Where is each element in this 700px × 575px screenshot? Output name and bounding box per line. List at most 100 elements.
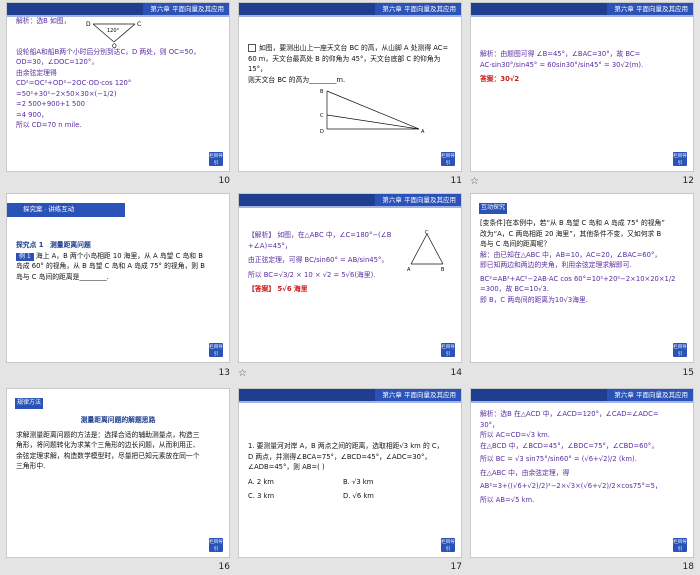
text-line: 则天文台 BC 的高为________m. xyxy=(248,75,346,84)
text-line: 设轮船A和船B两个小时后分别到达C，D 两处，则 OC=50， xyxy=(16,47,200,56)
slide-10[interactable]: 第六章 平面向量及其应用 D C 120° O 解析：选B 如图， 设轮船A和船… xyxy=(6,2,230,172)
text-line: =50²+30²−2×50×30×(−1/2) xyxy=(16,89,117,98)
slide-number: 11 xyxy=(450,176,462,186)
section-banner: 探究案 · 讲练互动 xyxy=(7,203,125,217)
star-icon: ☆ xyxy=(470,176,479,187)
back-button[interactable]: 栏目导引 xyxy=(441,343,455,357)
diagram-figure: B C D A xyxy=(320,89,425,135)
text-line: D 两点，并测得∠BCA=75°，∠BCD=45°，∠ADC=30°， xyxy=(248,452,432,461)
slide-header: 第六章 平面向量及其应用 xyxy=(239,3,461,15)
slide-body: 【解析】 如图，在△ABC 中，∠C=180°−(∠B +∠A)=45°， 由正… xyxy=(248,230,411,295)
slide-body: 如图，要测出山上一座天文台 BC 的高，从山脚 A 处测得 AC= 60 m，天… xyxy=(248,43,452,85)
slide-body: 1. 要测量河对岸 A，B 两点之间的距离，选取相距√3 km 的 C， D 两… xyxy=(248,441,452,502)
answer-line: 答案：30√2 xyxy=(480,75,520,83)
back-button[interactable]: 栏目导引 xyxy=(673,152,687,166)
slide-header: 第六章 平面向量及其应用 xyxy=(471,389,693,401)
slide-header: 第六章 平面向量及其应用 xyxy=(7,3,229,15)
slide-body: 解析：由题图可得 ∠B=45°，∠BAC=30°，故 BC= AC·sin30°… xyxy=(480,49,684,85)
slide-number: 12 xyxy=(682,176,694,186)
text-line: 岛与 C 岛间的距离呢？ xyxy=(480,240,551,248)
slide-number: 15 xyxy=(682,368,694,378)
text-line: 例 1 海上 A，B 两个小岛相距 10 海里，从 A 岛望 C 岛和 B xyxy=(16,251,220,262)
text-line: 30°， xyxy=(480,420,499,429)
options-row: C. 3 km D. √6 km xyxy=(248,491,452,502)
label-b: B xyxy=(441,267,445,272)
slide-14[interactable]: 第六章 平面向量及其应用 C A B 【解析】 如图，在△ABC 中，∠C=18… xyxy=(238,193,462,363)
slide-body: 解析：选B 在△ACD 中，∠ACD=120°，∠CAD=∠ADC= 30°， … xyxy=(480,409,684,505)
text-line: 即已知两边和两边的夹角，利用余弦定理求解即可. xyxy=(480,261,632,269)
text-line: 解析：选B 如图， xyxy=(16,17,71,25)
back-button[interactable]: 栏目导引 xyxy=(209,152,223,166)
back-button[interactable]: 栏目导引 xyxy=(209,343,223,357)
text-line: ∠ADB=45°，则 AB=( ) xyxy=(248,463,325,471)
section-heading: 探究点 1 测量距离问题 xyxy=(16,241,91,249)
slide-18[interactable]: 第六章 平面向量及其应用 解析：选B 在△ACD 中，∠ACD=120°，∠CA… xyxy=(470,388,694,558)
text-line: 岛成 60° 的视角，从 B 岛望 C 岛和 A 岛成 75° 的视角，则 B xyxy=(16,262,205,270)
option-a[interactable]: A. 2 km xyxy=(248,477,343,488)
slide-number: 18 xyxy=(682,562,694,572)
option-b[interactable]: B. √3 km xyxy=(343,477,373,488)
text-line: BC²=AB²+AC²−2AB·AC cos 60°=10²+20²−2×10×… xyxy=(480,274,676,283)
text-line: 所以 BC = √3 sin75°/sin60° = (√6+√2)/2 (km… xyxy=(480,455,637,463)
slide-15[interactable]: 互动探究 [变条件]在本例中，若“从 B 岛望 C 岛和 A 岛成 75° 的视… xyxy=(470,193,694,363)
text-line: =2 500+900+1 500 xyxy=(16,100,85,108)
label-b: B xyxy=(320,89,324,95)
back-button[interactable]: 栏目导引 xyxy=(441,152,455,166)
text-line: 角形，将问题转化为求某个三角形的边长问题，从而利用正、 xyxy=(16,441,200,449)
text-line: 【解析】 如图，在△ABC 中，∠C=180°−(∠B xyxy=(248,231,392,239)
slide-body: 测量距离问题的解题思路 求解测量距离问题的方法是：选择合适的辅助测量点，构造三 … xyxy=(16,415,220,472)
text-line: [变条件]在本例中，若“从 B 岛望 C 岛和 A 岛成 75° 的视角” xyxy=(480,219,665,227)
text-line: OD=30，∠DOC=120°， xyxy=(16,58,99,66)
text-line: =300，故 BC=10√3. xyxy=(480,285,549,293)
text-line: 所以 BC=√3/2 × 10 × √2 = 5√6(海里). xyxy=(248,270,376,279)
text-line: 在△ABC 中，由余弦定理，得 xyxy=(480,468,570,477)
options-row: A. 2 km B. √3 km xyxy=(248,477,452,488)
text-line: 即 B，C 两岛间的距离为10√3海里. xyxy=(480,295,588,304)
example-tag: 例 1 xyxy=(16,252,34,261)
slide-body: 探究点 1 测量距离问题 例 1 海上 A，B 两个小岛相距 10 海里，从 A… xyxy=(16,240,220,282)
text-line: 所以 CD=70 n mile. xyxy=(16,121,82,129)
text-line: 在△BCD 中，∠BCD=45°，∠BDC=75°，∠CBD=60°， xyxy=(480,441,659,450)
checkbox-icon xyxy=(248,44,256,52)
text-line: 三角形中. xyxy=(16,462,46,470)
slide-12[interactable]: 第六章 平面向量及其应用 解析：由题图可得 ∠B=45°，∠BAC=30°，故 … xyxy=(470,2,694,172)
text-line: AC·sin30°/sin45° = 60sin30°/sin45° = 30√… xyxy=(480,60,644,69)
text-line: AB²=3+((√6+√2)/2)²−2×√3×(√6+√2)/2×cos75°… xyxy=(480,482,662,490)
slide-number: 14 xyxy=(450,368,462,378)
slide-number: 17 xyxy=(450,562,462,572)
slide-13[interactable]: 探究案 · 讲练互动 探究点 1 测量距离问题 例 1 海上 A，B 两个小岛相… xyxy=(6,193,230,363)
slide-11[interactable]: 第六章 平面向量及其应用 如图，要测出山上一座天文台 BC 的高，从山脚 A 处… xyxy=(238,2,462,172)
text-line: 1. 要测量河对岸 A，B 两点之间的距离，选取相距√3 km 的 C， xyxy=(248,442,444,450)
text-line: 求解测量距离问题的方法是：选择合适的辅助测量点，构造三 xyxy=(16,430,200,439)
back-button[interactable]: 栏目导引 xyxy=(673,538,687,552)
text-line: CD²=OC²+OD²−2OC·OD·cos 120° xyxy=(16,79,132,87)
back-button[interactable]: 栏目导引 xyxy=(441,538,455,552)
text-line: 改为“A，C 两岛相距 20 海里”，其他条件不变，又如何求 B xyxy=(480,229,662,238)
label-c: C xyxy=(320,113,324,119)
text-line: +∠A)=45°， xyxy=(248,241,292,250)
section-heading: 测量距离问题的解题思路 xyxy=(80,416,156,424)
diagram-figure: C A B xyxy=(407,230,445,272)
text-line: 由正弦定理，可得 BC/sin60° = AB/sin45°， xyxy=(248,256,389,264)
text-line: 解析：选B 在△ACD 中，∠ACD=120°，∠CAD=∠ADC= xyxy=(480,410,659,418)
option-c[interactable]: C. 3 km xyxy=(248,491,343,502)
text-line: 解：由已知在△ABC 中，AB=10，AC=20，∠BAC=60°， xyxy=(480,250,662,259)
text-line: 由余弦定理得 xyxy=(16,68,57,77)
text-line: 余弦定理求解，构造数学模型时，尽量把已知元素放在同一个 xyxy=(16,451,200,460)
back-button[interactable]: 栏目导引 xyxy=(209,538,223,552)
slide-body: [变条件]在本例中，若“从 B 岛望 C 岛和 A 岛成 75° 的视角” 改为… xyxy=(480,218,684,305)
text-line: 如图，要测出山上一座天文台 BC 的高，从山脚 A 处测得 AC= xyxy=(248,43,452,54)
slide-number: 10 xyxy=(218,176,230,186)
section-banner: 互动探究 xyxy=(479,203,507,214)
slide-17[interactable]: 第六章 平面向量及其应用 1. 要测量河对岸 A，B 两点之间的距离，选取相距√… xyxy=(238,388,462,558)
back-button[interactable]: 栏目导引 xyxy=(673,343,687,357)
slide-header: 第六章 平面向量及其应用 xyxy=(239,389,461,401)
option-d[interactable]: D. √6 km xyxy=(343,491,374,502)
slide-body: 解析：选B 如图， 设轮船A和船B两个小时后分别到达C，D 两处，则 OC=50… xyxy=(16,16,220,131)
answer-line: 【答案】 5√6 海里 xyxy=(248,285,308,293)
text-line: 60 m，天文台最高处 B 的仰角为 45°，天文台底部 C 的仰角为 15°， xyxy=(248,54,441,74)
star-icon: ☆ xyxy=(238,368,247,379)
label-c: C xyxy=(425,230,429,236)
slide-header: 第六章 平面向量及其应用 xyxy=(239,194,461,206)
slide-16[interactable]: 规律方法 测量距离问题的解题思路 求解测量距离问题的方法是：选择合适的辅助测量点… xyxy=(6,388,230,558)
